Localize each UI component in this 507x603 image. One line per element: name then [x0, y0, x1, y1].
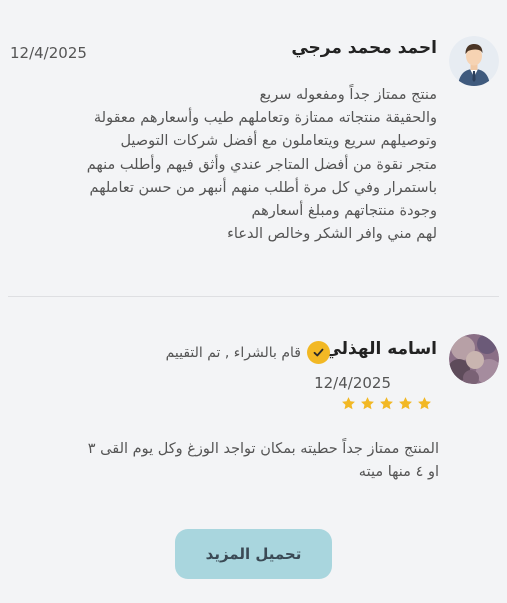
- rating-stars: [341, 396, 432, 411]
- reviews-page: احمد محمد مرجي 12/4/2025 منتج ممتاز جداً…: [0, 0, 507, 603]
- star-icon: [399, 397, 412, 410]
- divider: [8, 296, 499, 297]
- star-icon: [418, 397, 431, 410]
- user-avatar-icon: [449, 36, 499, 86]
- photo-avatar: [449, 334, 499, 384]
- review-text: المنتج ممتاز جداً حطيته بمكان تواجد الوز…: [0, 438, 439, 484]
- purchase-status-label: قام بالشراء , تم التقييم: [165, 344, 301, 361]
- review-date: 12/4/2025: [10, 44, 87, 62]
- review-line: باستمرار وفي كل مرة أطلب منهم أنبهر من ح…: [89, 179, 437, 196]
- review-line: وجودة منتجاتهم ومبلغ أسعارهم: [251, 203, 437, 220]
- review-line: وتوصيلهم سريع ويتعاملون مع أفضل شركات ال…: [120, 133, 437, 150]
- review-line: او ٤ منها ميته: [358, 464, 439, 480]
- review-line: لهم مني وافر الشكر وخالص الدعاء: [227, 226, 437, 243]
- reviewer-name: احمد محمد مرجي: [291, 38, 437, 58]
- review-date: 12/4/2025: [314, 374, 391, 392]
- review-line: والحقيقة منتجاته ممتازة وتعاملهم طيب وأس…: [93, 110, 437, 127]
- star-icon: [361, 397, 374, 410]
- star-icon: [380, 397, 393, 410]
- purchase-status: قام بالشراء , تم التقييم: [166, 341, 330, 364]
- check-icon: [307, 341, 330, 364]
- review-line: منتج ممتاز جداً ومفعوله سريع: [259, 87, 437, 103]
- reviewer-name: اسامه الهذلي: [324, 339, 437, 359]
- review-line: متجر نقوة من أفضل المتاجر عندي وأثق فيهم…: [86, 156, 437, 173]
- load-more-button[interactable]: تحميل المزيد: [175, 529, 332, 579]
- review-line: المنتج ممتاز جداً حطيته بمكان تواجد الوز…: [87, 441, 439, 457]
- review-text: منتج ممتاز جداً ومفعوله سريع والحقيقة من…: [17, 84, 437, 246]
- star-icon: [342, 397, 355, 410]
